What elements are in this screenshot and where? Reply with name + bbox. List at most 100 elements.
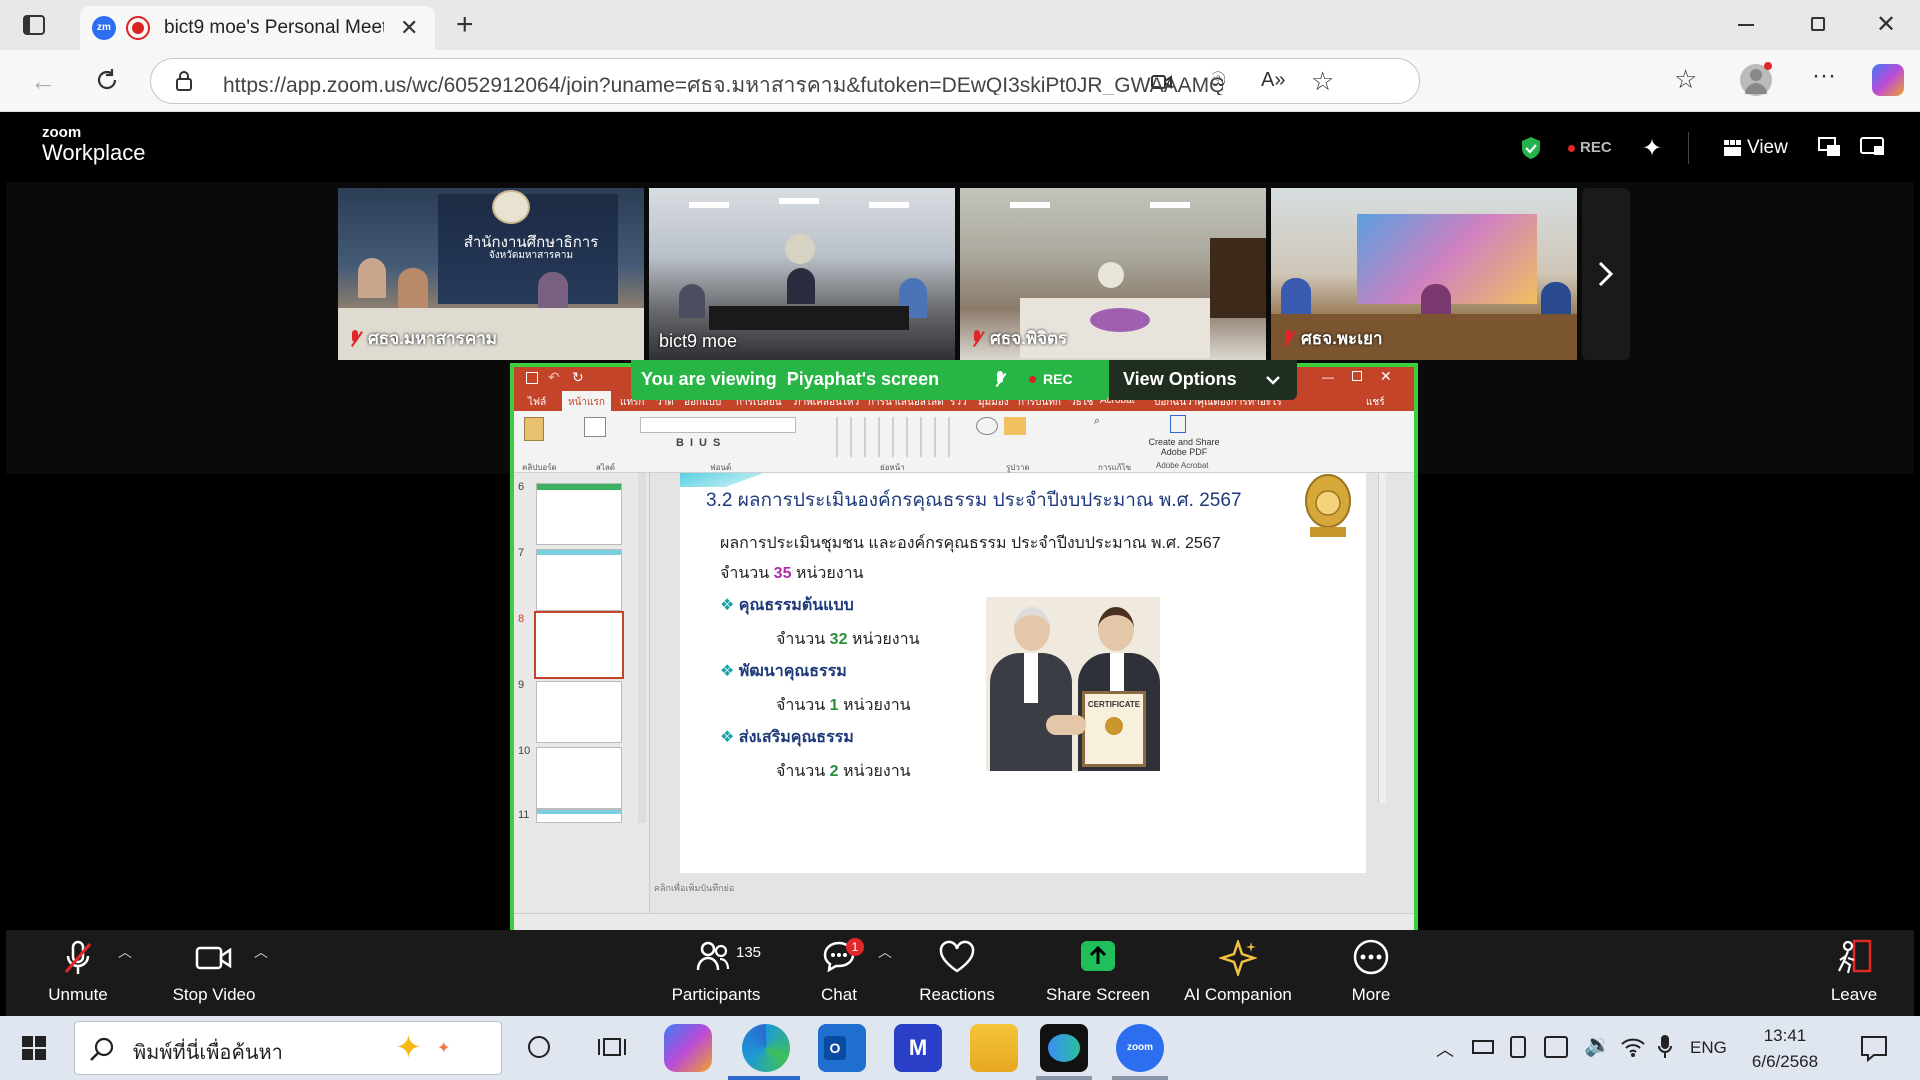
ppt-restore-icon[interactable] — [1352, 371, 1362, 381]
reactions-button[interactable]: Reactions — [902, 930, 1012, 1016]
copilot-app-icon[interactable] — [664, 1024, 712, 1072]
share-screen-button[interactable]: Share Screen — [1030, 930, 1166, 1016]
more-button[interactable]: More — [1326, 930, 1416, 1016]
translate-icon[interactable]: ඔ — [1211, 70, 1226, 90]
favorites-icon[interactable]: ☆ — [1674, 66, 1697, 92]
slide-thumb-8-selected[interactable] — [534, 611, 624, 679]
input-language[interactable]: ENG — [1690, 1038, 1727, 1058]
slide-thumb-7[interactable] — [536, 549, 622, 611]
slide-canvas[interactable]: 3.2 ผลการประเมินองค์กรคุณธรรม ประจำปีงบป… — [680, 473, 1366, 873]
participant-video-2-active-speaker[interactable]: bict9 moe — [649, 188, 955, 360]
next-page-button[interactable] — [1582, 188, 1630, 360]
read-aloud-icon[interactable]: A» — [1261, 70, 1285, 90]
handshake-certificate-illustration: CERTIFICATE — [986, 597, 1160, 771]
ai-sparkle-icon[interactable]: ✦ — [1642, 134, 1662, 163]
shared-screen[interactable]: ↶ ↻ — ✕ ไฟล์ หน้าแรก แทรก วาด ออกแบบ การ… — [510, 363, 1418, 935]
taskbar-search[interactable]: พิมพ์ที่นี่เพื่อค้นหา ✦ ✦ — [74, 1021, 502, 1075]
slide-scrollbar[interactable] — [1378, 473, 1386, 803]
diamond-bullet-icon: ❖ — [720, 729, 735, 746]
volume-icon[interactable]: 🔉 — [1584, 1032, 1611, 1058]
copilot-icon[interactable] — [1872, 64, 1904, 96]
undo-icon[interactable]: ↶ — [548, 369, 560, 386]
slide-thumb-9[interactable] — [536, 681, 622, 743]
thumbnail-scrollbar[interactable] — [638, 473, 646, 823]
minimize-icon[interactable] — [1738, 24, 1754, 26]
ppt-minimize-icon[interactable]: — — [1322, 370, 1334, 384]
lock-icon[interactable] — [175, 70, 193, 92]
font-name-dropdown[interactable] — [640, 417, 796, 433]
arrange-icon[interactable] — [1004, 417, 1026, 435]
participant-video-4[interactable]: ศธจ.พะเยา — [1271, 188, 1577, 360]
redo-icon[interactable]: ↻ — [572, 369, 584, 386]
notes-placeholder[interactable]: คลิกเพื่อเพิ่มบันทึกย่อ — [654, 881, 734, 895]
shapes-icon[interactable] — [976, 417, 998, 435]
security-icon[interactable] — [1544, 1036, 1568, 1058]
profile-avatar-icon[interactable] — [1740, 62, 1772, 96]
favorite-star-icon[interactable]: ☆ — [1311, 68, 1334, 94]
fullscreen-icon[interactable] — [1860, 136, 1886, 158]
file-explorer-icon[interactable] — [970, 1024, 1018, 1072]
slide-thumb-6[interactable] — [536, 483, 622, 545]
ppt-close-icon[interactable]: ✕ — [1380, 368, 1392, 385]
rec-indicator[interactable]: REC — [1580, 139, 1612, 156]
participants-button[interactable]: 135 Participants — [656, 930, 776, 1016]
participant-name-3: ศธจ.พิจิตร — [970, 325, 1067, 352]
paste-icon[interactable] — [524, 417, 544, 441]
meshcentral-app-icon[interactable]: M — [894, 1024, 942, 1072]
ppt-share[interactable]: แชร์ — [1366, 395, 1385, 410]
encryption-shield-icon[interactable] — [1520, 136, 1542, 160]
view-options-button[interactable]: View Options — [1109, 360, 1297, 400]
edge-app-icon[interactable] — [742, 1024, 790, 1072]
clock-date[interactable]: 6/6/2568 — [1744, 1052, 1826, 1072]
close-tab-icon[interactable]: ✕ — [400, 17, 418, 39]
device-icon[interactable] — [1510, 1036, 1526, 1058]
reload-icon[interactable] — [94, 67, 120, 93]
ppt-tab-home[interactable]: หน้าแรก — [562, 391, 611, 411]
search-sparkle-icon: ✦ — [437, 1040, 451, 1057]
cortana-icon[interactable] — [528, 1036, 550, 1058]
wifi-icon[interactable] — [1620, 1036, 1646, 1058]
new-tab-icon[interactable]: + — [456, 10, 474, 40]
windows-start-icon[interactable] — [22, 1036, 46, 1060]
chat-options-caret-icon[interactable]: ︿ — [878, 942, 892, 962]
acrobat-pdf-icon[interactable] — [1170, 415, 1186, 433]
find-icon[interactable]: ⌕ — [1094, 415, 1100, 428]
tab-actions-icon[interactable] — [22, 14, 46, 36]
ppt-tab-file[interactable]: ไฟล์ — [528, 395, 546, 410]
camera-permission-icon[interactable] — [1151, 73, 1173, 91]
unmute-button[interactable]: Unmute — [26, 930, 130, 1016]
acrobat-create-button[interactable]: Create and Share Adobe PDF — [1148, 437, 1220, 457]
save-icon[interactable] — [526, 372, 538, 384]
participant-video-3[interactable]: ศธจ.พิจิตร — [960, 188, 1266, 360]
restore-icon[interactable] — [1811, 17, 1825, 31]
microphone-in-use-icon[interactable] — [1658, 1034, 1672, 1060]
view-button[interactable]: View — [1747, 137, 1788, 159]
ai-companion-button[interactable]: AI Companion — [1168, 930, 1308, 1016]
webex-app-icon[interactable] — [1040, 1024, 1088, 1072]
pip-icon[interactable] — [1818, 136, 1842, 158]
slide-thumb-11[interactable] — [536, 809, 622, 823]
zoom-app-icon[interactable]: zoom — [1116, 1024, 1164, 1072]
windows-taskbar: พิมพ์ที่นี่เพื่อค้นหา ✦ ✦ O M zoom ︿ 🔉 E… — [0, 1016, 1920, 1080]
slide-thumb-10[interactable] — [536, 747, 622, 809]
show-hidden-icons[interactable]: ︿ — [1436, 1036, 1454, 1062]
leave-button[interactable]: Leave — [1814, 930, 1894, 1016]
paragraph-buttons[interactable] — [836, 417, 956, 457]
chat-button[interactable]: 1 Chat — [796, 930, 882, 1016]
battery-icon[interactable] — [1472, 1040, 1494, 1054]
participant-video-1[interactable]: สำนักงานศึกษาธิการ จังหวัดมหาสารคาม ศธจ.… — [338, 188, 644, 360]
divider — [1688, 132, 1689, 164]
close-window-icon[interactable]: ✕ — [1876, 13, 1896, 37]
audio-options-caret-icon[interactable]: ︿ — [118, 942, 132, 962]
font-style-buttons[interactable]: BIUS — [676, 437, 726, 449]
task-view-icon[interactable] — [598, 1034, 626, 1060]
browser-tab-active[interactable]: zm bict9 moe's Personal Meeting ✕ — [80, 6, 435, 50]
notifications-icon[interactable] — [1860, 1034, 1888, 1062]
more-menu-icon[interactable]: ··· — [1812, 64, 1836, 88]
url-field[interactable]: https://app.zoom.us/wc/6052912064/join?u… — [150, 58, 1420, 104]
clock-time[interactable]: 13:41 — [1750, 1026, 1820, 1046]
outlook-app-icon[interactable]: O — [818, 1024, 866, 1072]
video-options-caret-icon[interactable]: ︿ — [254, 942, 268, 962]
back-icon[interactable]: ← — [30, 68, 56, 94]
new-slide-icon[interactable] — [584, 417, 606, 437]
